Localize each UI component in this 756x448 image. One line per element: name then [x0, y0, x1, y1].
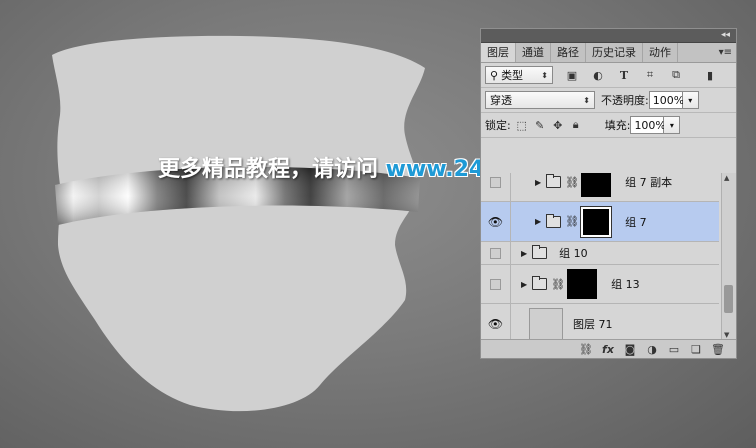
fx-icon[interactable]: fx [600, 343, 616, 356]
visibility-toggle[interactable] [481, 242, 511, 264]
scroll-thumb[interactable] [724, 285, 733, 313]
trash-icon[interactable]: 🗑︎ [710, 343, 726, 356]
pixel-filter-icon[interactable]: ▣ [565, 68, 579, 82]
filter-row: ⚲ 类型 ⬍ ▣ ◐ T ⌗ ⧉ ▮ [481, 63, 736, 88]
layer-name[interactable]: 组 7 副本 [625, 174, 672, 190]
eye-icon: 👁︎ [487, 214, 504, 229]
adjustment-layer-icon[interactable]: ◑ [644, 343, 660, 356]
expand-triangle-icon[interactable]: ▶ [535, 178, 541, 187]
link-icon[interactable]: ⛓ [565, 215, 579, 228]
lock-label: 锁定: [485, 119, 511, 132]
new-layer-icon[interactable]: ❏ [688, 343, 704, 356]
tab-layers[interactable]: 图层 [481, 43, 516, 62]
layer-thumbnail[interactable] [529, 307, 563, 340]
tab-history[interactable]: 历史记录 [586, 43, 643, 62]
visibility-toggle[interactable]: 👁︎ [481, 304, 511, 340]
scroll-up-icon[interactable]: ▲ [724, 174, 729, 182]
smartobject-filter-icon[interactable]: ⧉ [669, 68, 683, 82]
tab-actions[interactable]: 动作 [643, 43, 678, 62]
fill-label: 填充: [604, 119, 631, 132]
folder-icon [546, 213, 562, 228]
visibility-toggle[interactable] [481, 265, 511, 303]
expand-triangle-icon[interactable]: ▶ [521, 280, 527, 289]
folder-icon [546, 174, 562, 188]
link-icon[interactable]: ⛓ [551, 278, 565, 291]
layer-mask-thumbnail[interactable] [581, 173, 612, 197]
blend-row: 穿透 ⬍ 不透明度: 100% ▾ [481, 88, 736, 113]
type-filter-icon[interactable]: T [617, 68, 631, 82]
layer-name[interactable]: 组 13 [611, 276, 640, 292]
chevron-updown-icon: ⬍ [583, 95, 590, 105]
watermark-label: 更多精品教程，请访问 [158, 157, 386, 182]
layer-mask-thumbnail[interactable] [567, 269, 598, 299]
add-mask-icon[interactable]: ◙ [622, 343, 638, 356]
blend-mode-label: 穿透 [490, 94, 512, 107]
fill-field[interactable]: 100% [630, 116, 666, 134]
collapse-icon[interactable]: ◂◂ [721, 29, 730, 42]
layers-panel: ◂◂ 图层 通道 路径 历史记录 动作 ▾≡ ⚲ 类型 ⬍ ▣ ◐ T ⌗ ⧉ … [480, 28, 737, 359]
eye-off-icon [490, 247, 501, 259]
folder-icon [532, 245, 548, 259]
adjustment-filter-icon[interactable]: ◐ [591, 68, 605, 82]
link-layers-icon[interactable]: ⛓ [578, 343, 594, 356]
panel-menu-icon[interactable]: ▾≡ [719, 43, 732, 62]
layer-row-selected[interactable]: 👁︎ ▶ ⛓ 组 7 [481, 202, 719, 242]
layer-name[interactable]: 图层 71 [573, 316, 613, 332]
eye-off-icon [490, 176, 501, 188]
tab-channels[interactable]: 通道 [516, 43, 551, 62]
folder-icon [532, 276, 548, 290]
visibility-toggle[interactable] [481, 173, 511, 201]
layer-mask-thumbnail[interactable] [581, 206, 612, 237]
lock-row: 锁定: ⬚ ✎ ✥ 🔒︎ 填充: 100% ▾ [481, 113, 736, 138]
lock-position-icon[interactable]: ✥ [551, 118, 565, 132]
layer-row[interactable]: ▶ ⛓ 组 13 [481, 265, 719, 304]
link-icon[interactable]: ⛓ [565, 176, 579, 189]
expand-triangle-icon[interactable]: ▶ [535, 217, 541, 226]
filter-kind-label: 类型 [501, 69, 524, 82]
visibility-toggle[interactable]: 👁︎ [481, 202, 511, 241]
layers-scrollbar[interactable]: ▲ ▼ [721, 173, 736, 340]
lock-paint-icon[interactable]: ✎ [533, 118, 547, 132]
expand-triangle-icon[interactable]: ▶ [521, 249, 527, 258]
layer-row[interactable]: ▶ ⛓ 组 7 副本 [481, 173, 719, 202]
shape-filter-icon[interactable]: ⌗ [643, 68, 657, 82]
eye-off-icon [490, 278, 501, 290]
layers-list: ▶ ⛓ 组 7 副本 👁︎ ▶ ⛓ 组 7 ▶ 组 10 ▶ ⛓ 组 13 👁︎… [481, 173, 719, 340]
opacity-field[interactable]: 100% [648, 91, 684, 109]
filter-kind-select[interactable]: ⚲ 类型 ⬍ [485, 66, 553, 84]
layer-row[interactable]: 👁︎ 图层 71 [481, 304, 719, 340]
lock-all-icon[interactable]: 🔒︎ [569, 118, 583, 132]
filter-toggle-icon[interactable]: ▮ [703, 68, 717, 82]
layer-name[interactable]: 组 10 [559, 245, 588, 261]
panel-bottom-toolbar: ⛓ fx ◙ ◑ ▭ ❏ 🗑︎ [481, 339, 736, 358]
opacity-label: 不透明度: [601, 94, 649, 107]
panel-titlebar: ◂◂ [481, 29, 736, 43]
tab-paths[interactable]: 路径 [551, 43, 586, 62]
eye-icon: 👁︎ [487, 316, 504, 331]
layer-row[interactable]: ▶ 组 10 [481, 242, 719, 265]
new-group-icon[interactable]: ▭ [666, 343, 682, 356]
opacity-dropdown-button[interactable]: ▾ [682, 91, 699, 109]
blend-mode-select[interactable]: 穿透 ⬍ [485, 91, 595, 109]
lock-transparency-icon[interactable]: ⬚ [515, 118, 529, 132]
fill-dropdown-button[interactable]: ▾ [664, 116, 681, 134]
scroll-down-icon[interactable]: ▼ [724, 331, 729, 339]
cup-shape [52, 35, 425, 412]
panel-tabs: 图层 通道 路径 历史记录 动作 ▾≡ [481, 43, 736, 63]
layer-name[interactable]: 组 7 [625, 214, 647, 230]
chevron-updown-icon: ⬍ [541, 70, 548, 80]
search-icon: ⚲ [490, 68, 499, 82]
